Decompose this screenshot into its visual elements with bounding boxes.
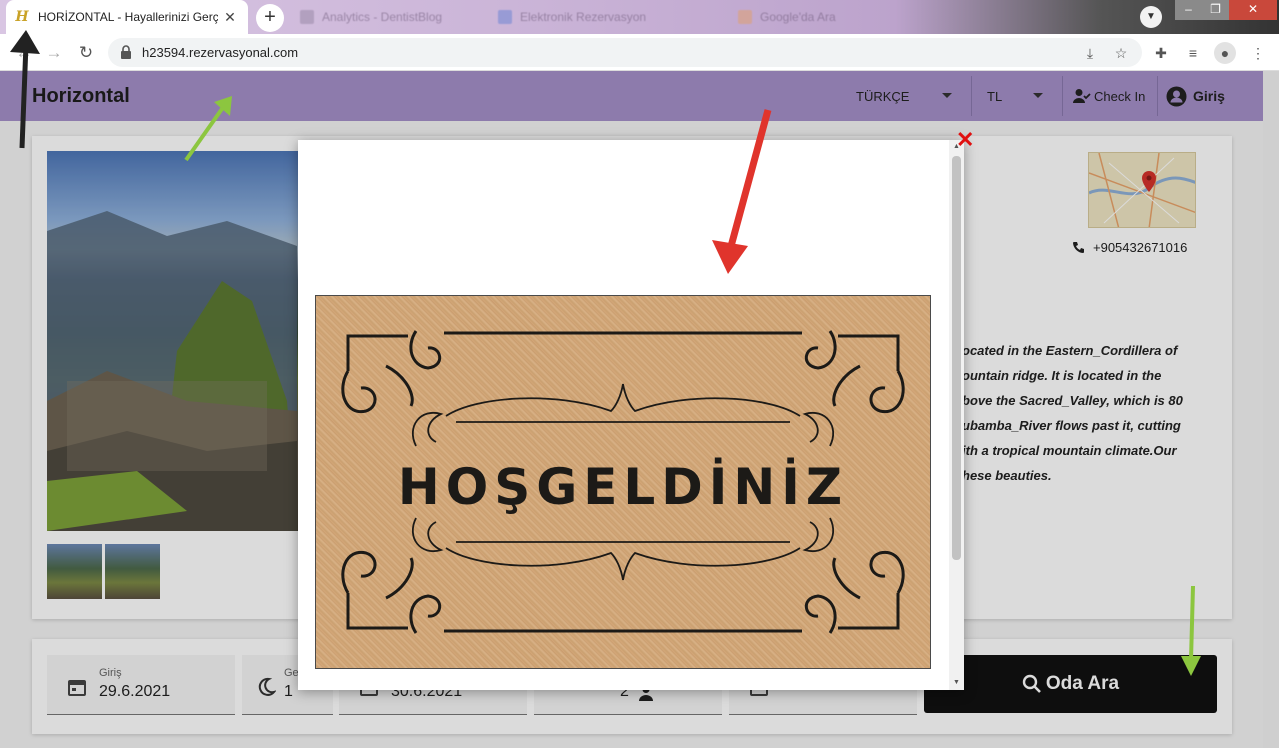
profile-icon[interactable]: ● <box>1214 42 1236 64</box>
maximize-icon[interactable]: ❐ <box>1202 0 1229 20</box>
modal-scrollbar[interactable]: ▲ ▼ <box>949 140 964 690</box>
bookmark-star-icon[interactable]: ☆ <box>1111 43 1131 63</box>
window-close-icon[interactable]: ✕ <box>1229 0 1277 20</box>
back-icon[interactable]: ← <box>12 41 36 65</box>
browser-toolbar: ← → ↻ h23594.rezervasyonal.com ⤓ ☆ ✚ ≡ ●… <box>0 34 1279 71</box>
welcome-text: HOŞGELDİNİZ <box>397 458 849 516</box>
tab-favicon <box>498 10 512 24</box>
scroll-down-icon[interactable]: ▼ <box>952 678 961 688</box>
minimize-icon[interactable]: – <box>1175 0 1202 20</box>
extensions-icon[interactable]: ✚ <box>1150 42 1172 64</box>
tab-title: HORİZONTAL - Hayallerinizi Gerç <box>38 10 218 24</box>
lock-icon <box>121 45 131 59</box>
tab-search-icon[interactable]: ▼ <box>1140 6 1162 28</box>
media-queue-icon[interactable]: ≡ <box>1182 42 1204 64</box>
tab-active[interactable]: H HORİZONTAL - Hayallerinizi Gerç ✕ <box>6 0 248 34</box>
modal-close-icon[interactable]: ✕ <box>956 129 974 151</box>
tab-inactive-3[interactable]: Google'da Ara <box>738 0 836 34</box>
tab-title: Google'da Ara <box>760 10 836 24</box>
tab-favicon <box>300 10 314 24</box>
new-tab-button[interactable]: + <box>256 4 284 32</box>
tab-close-icon[interactable]: ✕ <box>222 9 238 25</box>
tab-inactive-1[interactable]: Analytics - DentistBlog <box>300 0 442 34</box>
tab-title: Elektronik Rezervasyon <box>520 10 647 24</box>
browser-tab-bar: Analytics - DentistBlog Elektronik Rezer… <box>0 0 1279 34</box>
tab-title: Analytics - DentistBlog <box>322 10 443 24</box>
address-bar[interactable]: h23594.rezervasyonal.com ⤓ ☆ <box>108 38 1142 67</box>
install-icon[interactable]: ⤓ <box>1080 43 1100 63</box>
url-text: h23594.rezervasyonal.com <box>142 45 299 60</box>
tab-inactive-2[interactable]: Elektronik Rezervasyon <box>498 0 646 34</box>
welcome-doormat-image: HOŞGELDİNİZ <box>315 295 931 669</box>
reload-icon[interactable]: ↻ <box>74 41 98 65</box>
modal-scroll-thumb[interactable] <box>952 156 961 560</box>
forward-icon[interactable]: → <box>42 41 66 65</box>
menu-dots-icon[interactable]: ⋮ <box>1247 42 1269 64</box>
site-favicon-icon: H <box>15 9 29 25</box>
welcome-modal: HOŞGELDİNİZ ▲ ▼ <box>298 140 964 690</box>
tab-favicon <box>738 10 752 24</box>
